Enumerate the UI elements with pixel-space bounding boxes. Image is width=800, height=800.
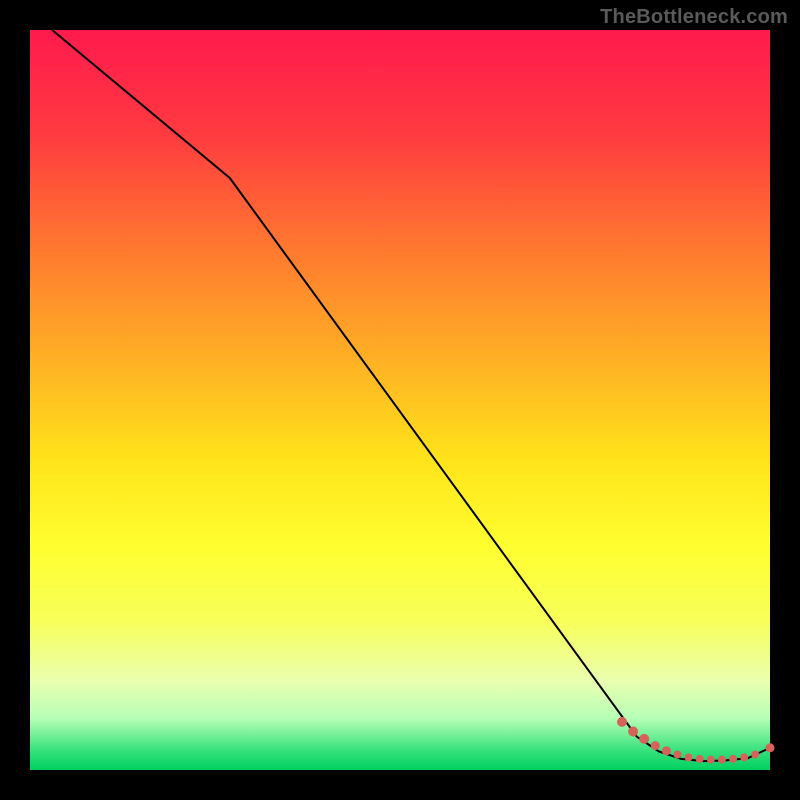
marker-dot [740, 753, 748, 761]
marker-dot [729, 755, 737, 763]
chart-svg [30, 30, 770, 770]
marker-dot [696, 755, 704, 763]
marker-dot [751, 751, 759, 759]
marker-dot [685, 753, 693, 761]
marker-dot [628, 727, 638, 737]
marker-dot [707, 756, 715, 764]
marker-dot [617, 717, 627, 727]
bottleneck-curve [52, 30, 770, 761]
marker-dot [718, 756, 726, 764]
marker-dot [674, 751, 682, 759]
watermark-label: TheBottleneck.com [600, 6, 788, 29]
marker-dot [766, 743, 775, 752]
marker-dot [639, 734, 649, 744]
marker-dot [651, 741, 660, 750]
chart-stage: TheBottleneck.com [0, 0, 800, 800]
plot-area [30, 30, 770, 770]
marker-dot [662, 746, 671, 755]
